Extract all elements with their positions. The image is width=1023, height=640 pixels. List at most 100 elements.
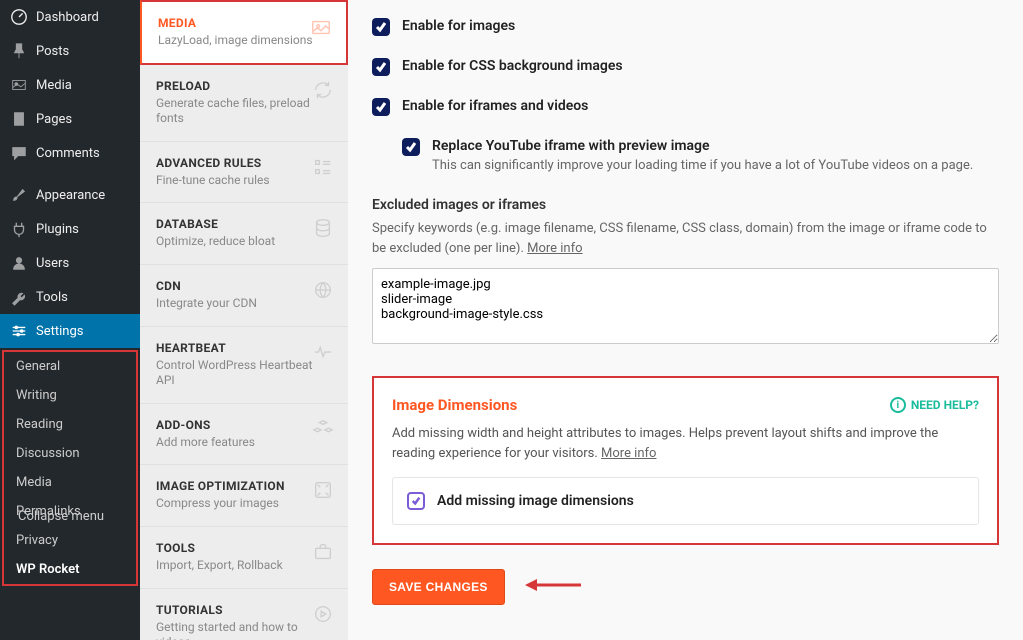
- nav-cdn[interactable]: CDN Integrate your CDN: [140, 265, 348, 327]
- sidebar-label: Pages: [36, 112, 72, 127]
- wrench-icon: [10, 288, 28, 306]
- nav-title: TUTORIALS: [156, 603, 332, 617]
- nav-sub: Compress your images: [156, 496, 332, 512]
- sidebar-item-dashboard[interactable]: Dashboard: [0, 0, 140, 34]
- nav-sub: LazyLoad, image dimensions: [158, 33, 330, 49]
- brush-icon: [10, 186, 28, 204]
- image-icon: [310, 16, 332, 38]
- checkbox-enable-css-bg[interactable]: [372, 58, 390, 76]
- excluded-desc: Specify keywords (e.g. image filename, C…: [372, 219, 999, 258]
- globe-icon: [312, 279, 334, 301]
- checkbox-label: Enable for CSS background images: [402, 58, 623, 74]
- sub-reading[interactable]: Reading: [4, 410, 136, 439]
- sub-discussion[interactable]: Discussion: [4, 439, 136, 468]
- nav-title: IMAGE OPTIMIZATION: [156, 479, 332, 493]
- nav-tutorials[interactable]: TUTORIALS Getting started and how to vid…: [140, 589, 348, 640]
- heartbeat-icon: [312, 341, 334, 363]
- nav-title: TOOLS: [156, 541, 332, 555]
- image-dimensions-section: Image Dimensions iNEED HELP? Add missing…: [372, 376, 999, 545]
- sidebar-label: Plugins: [36, 222, 79, 237]
- nav-tools[interactable]: TOOLS Import, Export, Rollback: [140, 527, 348, 589]
- nav-database[interactable]: DATABASE Optimize, reduce bloat: [140, 203, 348, 265]
- plug-icon: [10, 220, 28, 238]
- option-enable-iframes: Enable for iframes and videos: [372, 98, 999, 116]
- compress-icon: [312, 479, 334, 501]
- sub-wp-rocket[interactable]: WP Rocket: [4, 555, 136, 584]
- save-changes-button[interactable]: SAVE CHANGES: [372, 569, 505, 605]
- nav-preload[interactable]: PRELOAD Generate cache files, preload fo…: [140, 65, 348, 142]
- nav-sub: Fine-tune cache rules: [156, 173, 332, 189]
- rocket-settings-nav: MEDIA LazyLoad, image dimensions PRELOAD…: [140, 0, 348, 640]
- sidebar-label: Settings: [36, 324, 83, 339]
- nav-sub: Optimize, reduce bloat: [156, 234, 332, 250]
- sub-media[interactable]: Media: [4, 468, 136, 497]
- more-info-link[interactable]: More info: [601, 446, 656, 461]
- nav-sub: Control WordPress Heartbeat API: [156, 358, 332, 389]
- list-icon: [312, 156, 334, 178]
- sub-general[interactable]: General: [4, 352, 136, 381]
- option-youtube-preview: Replace YouTube iframe with preview imag…: [402, 138, 999, 173]
- sidebar-label: Media: [36, 78, 72, 93]
- sidebar-item-appearance[interactable]: Appearance: [0, 178, 140, 212]
- excluded-heading: Excluded images or iframes: [372, 197, 999, 213]
- play-icon: [312, 603, 334, 625]
- option-enable-css-bg: Enable for CSS background images: [372, 58, 999, 76]
- nav-title: MEDIA: [158, 16, 330, 30]
- sidebar-item-tools[interactable]: Tools: [0, 280, 140, 314]
- nav-advanced-rules[interactable]: ADVANCED RULES Fine-tune cache rules: [140, 142, 348, 204]
- wp-admin-sidebar: Dashboard Posts Media Pages Comments App…: [0, 0, 140, 640]
- main-panel: Enable for images Enable for CSS backgro…: [348, 0, 1023, 640]
- briefcase-icon: [312, 541, 334, 563]
- sub-writing[interactable]: Writing: [4, 381, 136, 410]
- dashboard-icon: [10, 8, 28, 26]
- sidebar-item-users[interactable]: Users: [0, 246, 140, 280]
- sidebar-item-posts[interactable]: Posts: [0, 34, 140, 68]
- comment-icon: [10, 144, 28, 162]
- nav-sub: Getting started and how to videos: [156, 620, 332, 640]
- checkbox-label: Add missing image dimensions: [437, 493, 634, 509]
- sidebar-item-plugins[interactable]: Plugins: [0, 212, 140, 246]
- sidebar-label: Tools: [36, 290, 68, 305]
- need-help-link[interactable]: iNEED HELP?: [890, 397, 979, 413]
- checkbox-add-dimensions[interactable]: [407, 492, 425, 510]
- page-icon: [10, 110, 28, 128]
- nav-title: PRELOAD: [156, 79, 332, 93]
- checkbox-enable-iframes[interactable]: [372, 98, 390, 116]
- checkbox-label: Enable for images: [402, 18, 515, 34]
- nav-title: CDN: [156, 279, 332, 293]
- nav-media[interactable]: MEDIA LazyLoad, image dimensions: [140, 0, 348, 65]
- option-enable-images: Enable for images: [372, 18, 999, 36]
- sidebar-label: Comments: [36, 146, 100, 161]
- more-info-link[interactable]: More info: [527, 241, 582, 256]
- nav-heartbeat[interactable]: HEARTBEAT Control WordPress Heartbeat AP…: [140, 327, 348, 404]
- sidebar-label: Posts: [36, 44, 69, 59]
- sliders-icon: [10, 322, 28, 340]
- excluded-textarea[interactable]: [372, 268, 999, 344]
- collapse-menu[interactable]: Collapse menu: [0, 501, 140, 532]
- checkbox-label: Enable for iframes and videos: [402, 98, 588, 114]
- sidebar-item-pages[interactable]: Pages: [0, 102, 140, 136]
- sidebar-item-comments[interactable]: Comments: [0, 136, 140, 170]
- nav-addons[interactable]: ADD-ONS Add more features: [140, 404, 348, 466]
- nav-title: ADD-ONS: [156, 418, 332, 432]
- checkbox-youtube-preview[interactable]: [402, 138, 420, 156]
- section-title: Image Dimensions: [392, 396, 517, 414]
- settings-submenu-highlight: General Writing Reading Discussion Media…: [2, 350, 138, 586]
- arrow-annotation: [523, 575, 583, 599]
- checkbox-enable-images[interactable]: [372, 18, 390, 36]
- option-desc: This can significantly improve your load…: [432, 158, 973, 173]
- nav-sub: Add more features: [156, 435, 332, 451]
- sidebar-label: Dashboard: [36, 10, 99, 25]
- sidebar-label: Appearance: [36, 188, 105, 203]
- media-icon: [10, 76, 28, 94]
- nav-image-optimization[interactable]: IMAGE OPTIMIZATION Compress your images: [140, 465, 348, 527]
- sidebar-item-media[interactable]: Media: [0, 68, 140, 102]
- database-icon: [312, 217, 334, 239]
- boxes-icon: [312, 418, 334, 440]
- user-icon: [10, 254, 28, 272]
- sidebar-item-settings[interactable]: Settings: [0, 314, 140, 348]
- nav-sub: Integrate your CDN: [156, 296, 332, 312]
- nav-title: DATABASE: [156, 217, 332, 231]
- help-icon: i: [890, 397, 906, 413]
- pin-icon: [10, 42, 28, 60]
